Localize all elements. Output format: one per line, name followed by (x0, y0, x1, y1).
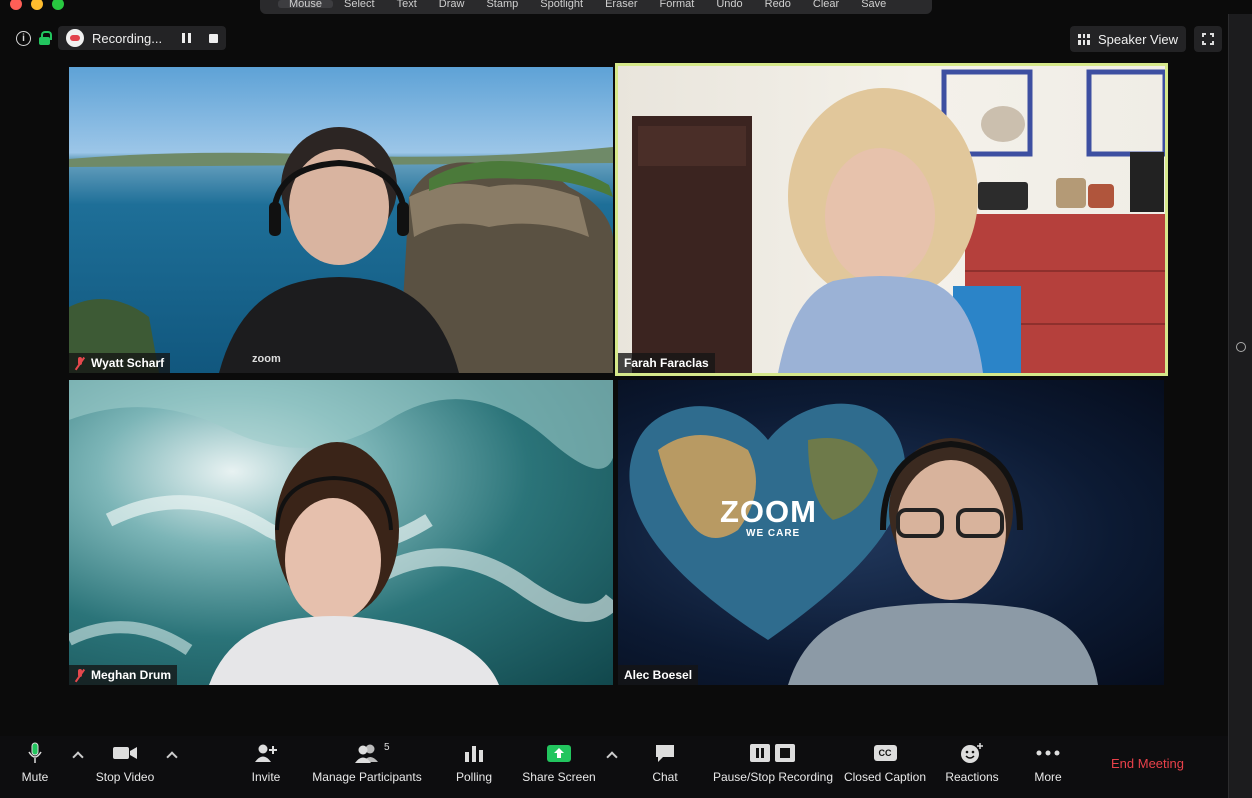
polling-label: Polling (455, 770, 493, 784)
pause-stop-recording-label: Pause/Stop Recording (712, 770, 834, 784)
cloud-recording-icon (66, 29, 84, 47)
virtual-background-earth-heart (629, 403, 1098, 685)
fullscreen-button[interactable] (1194, 26, 1222, 52)
add-person-icon (254, 736, 278, 770)
grid-view-icon (1078, 33, 1091, 45)
video-tile-farah[interactable]: Farah Faraclas (615, 63, 1168, 376)
meeting-status-bar: i Recording... (16, 26, 227, 50)
participant-name-tag: Alec Boesel (618, 665, 699, 685)
mic-muted-icon (75, 356, 85, 370)
annotate-text[interactable]: Text (386, 0, 428, 10)
participants-icon: 5 (354, 736, 390, 770)
window-controls (10, 0, 64, 10)
annotate-spotlight[interactable]: Spotlight (529, 0, 594, 10)
recording-indicator: Recording... (58, 26, 227, 50)
fullscreen-icon (1202, 33, 1214, 45)
mute-button[interactable]: Mute (18, 736, 52, 798)
end-meeting-button[interactable]: End Meeting (1111, 756, 1184, 771)
share-screen-icon (546, 736, 572, 770)
side-handle-icon[interactable] (1236, 342, 1246, 352)
video-tile-meghan[interactable]: Meghan Drum (69, 380, 613, 685)
participant-name: Wyatt Scharf (91, 356, 165, 370)
chat-label: Chat (652, 770, 678, 784)
recording-status-text: Recording... (92, 30, 163, 46)
participant-name: Meghan Drum (91, 668, 172, 682)
annotation-toolbar: Mouse Select Text Draw Stamp Spotlight E… (260, 0, 932, 14)
share-screen-label: Share Screen (522, 770, 596, 784)
annotate-select[interactable]: Select (333, 0, 386, 10)
mute-label: Mute (21, 770, 49, 784)
invite-button[interactable]: Invite (248, 736, 284, 798)
background-brand-text: ZOOM (720, 494, 817, 529)
virtual-background-waves (69, 380, 613, 685)
minimize-window-icon[interactable] (31, 0, 43, 10)
annotate-redo[interactable]: Redo (754, 0, 802, 10)
annotate-eraser[interactable]: Eraser (594, 0, 648, 10)
video-tile-alec[interactable]: ZOOM WE CARE Alec Boesel (618, 380, 1164, 685)
annotate-draw[interactable]: Draw (428, 0, 476, 10)
video-tile-wyatt[interactable]: zoom Wyatt Scharf (69, 67, 613, 373)
video-camera-icon (112, 736, 138, 770)
meeting-controls-toolbar: Mute Stop Video Invite 5 Manage Particip… (0, 736, 1228, 798)
zoom-meeting-window: Mouse Select Text Draw Stamp Spotlight E… (0, 0, 1252, 798)
audio-options-caret-icon[interactable] (72, 751, 84, 763)
participant-name-tag: Farah Faraclas (618, 353, 715, 373)
close-window-icon[interactable] (10, 0, 22, 10)
annotate-save[interactable]: Save (850, 0, 897, 10)
more-label: More (1034, 770, 1062, 784)
more-dots-icon (1036, 736, 1060, 770)
bar-chart-icon (464, 736, 484, 770)
annotate-format[interactable]: Format (648, 0, 705, 10)
speaker-view-button[interactable]: Speaker View (1070, 26, 1186, 52)
chat-bubble-icon (654, 736, 676, 770)
encryption-lock-icon[interactable] (39, 31, 52, 45)
participant-name: Farah Faraclas (624, 356, 709, 370)
stop-video-label: Stop Video (95, 770, 155, 784)
closed-caption-button[interactable]: CC Closed Caption (842, 736, 928, 798)
microphone-icon (27, 736, 43, 770)
stop-video-button[interactable]: Stop Video (92, 736, 158, 798)
participant-name-tag: Wyatt Scharf (69, 353, 171, 373)
speaker-view-label: Speaker View (1098, 31, 1178, 47)
manage-participants-button[interactable]: 5 Manage Participants (310, 736, 424, 798)
reactions-button[interactable]: Reactions (944, 736, 1000, 798)
polling-button[interactable]: Polling (454, 736, 494, 798)
virtual-background-coast (69, 127, 613, 373)
annotate-mouse[interactable]: Mouse (278, 0, 334, 10)
participant-name: Alec Boesel (624, 668, 693, 682)
smiley-add-icon (960, 736, 984, 770)
annotate-undo[interactable]: Undo (705, 0, 753, 10)
chat-button[interactable]: Chat (648, 736, 682, 798)
view-controls: Speaker View (1070, 26, 1222, 52)
cc-badge: CC (873, 745, 897, 761)
stop-recording-icon[interactable] (209, 33, 219, 43)
meeting-info-icon[interactable]: i (16, 30, 31, 46)
participant-name-tag: Meghan Drum (69, 665, 178, 685)
maximize-window-icon[interactable] (52, 0, 64, 10)
pause-stop-recording-icon (749, 736, 797, 770)
participant-count: 5 (384, 742, 390, 753)
side-panel-edge (1228, 14, 1252, 798)
invite-label: Invite (251, 770, 281, 784)
more-button[interactable]: More (1030, 736, 1066, 798)
background-tagline-text: WE CARE (746, 528, 801, 539)
reactions-label: Reactions (945, 770, 999, 784)
share-options-caret-icon[interactable] (606, 751, 618, 763)
pause-stop-recording-button[interactable]: Pause/Stop Recording (710, 736, 836, 798)
share-screen-button[interactable]: Share Screen (520, 736, 598, 798)
annotate-clear[interactable]: Clear (802, 0, 850, 10)
shirt-logo-text: zoom (252, 353, 281, 365)
video-options-caret-icon[interactable] (166, 751, 178, 763)
pause-recording-icon[interactable] (182, 33, 192, 43)
closed-caption-label: Closed Caption (843, 770, 927, 784)
annotate-stamp[interactable]: Stamp (475, 0, 529, 10)
mic-muted-icon (75, 668, 85, 682)
closed-caption-icon: CC (873, 736, 897, 770)
home-office-scene (632, 69, 1165, 373)
manage-participants-label: Manage Participants (312, 770, 422, 784)
